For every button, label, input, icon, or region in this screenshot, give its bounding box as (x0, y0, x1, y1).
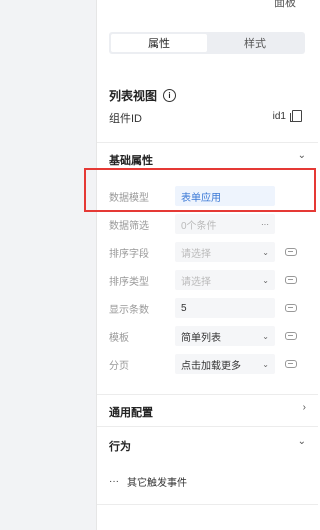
divider (97, 426, 318, 427)
divider (97, 504, 318, 505)
template-select[interactable]: 简单列表 ⌄ (175, 326, 275, 346)
field-label: 模板 (109, 332, 129, 344)
display-count-input[interactable]: 5 (175, 298, 275, 318)
component-id-value: id1 (272, 110, 286, 122)
chevron-down-icon[interactable]: ⌄ (298, 436, 306, 447)
section-basic-title[interactable]: 基础属性 (109, 152, 153, 168)
sort-type-select[interactable]: 请选择 ⌄ (175, 270, 275, 290)
other-trigger-events[interactable]: ··· 其它触发事件 (109, 474, 187, 489)
more-icon: ··· (109, 476, 119, 487)
highlight-box (84, 168, 316, 212)
field-row-pagination: 分页 点击加载更多 ⌄ (109, 354, 309, 374)
component-title-text: 列表视图 (109, 89, 158, 103)
chevron-down-icon: ⌄ (262, 331, 269, 341)
chevron-down-icon: ⌄ (262, 359, 269, 369)
link-icon[interactable] (285, 304, 297, 312)
tab-style[interactable]: 样式 (207, 34, 303, 52)
component-id-label: 组件ID (109, 113, 142, 125)
field-label: 数据筛选 (109, 220, 149, 232)
chevron-down-icon[interactable]: ⌄ (298, 150, 306, 161)
link-icon[interactable] (285, 360, 297, 368)
properties-panel: 面板 属性 样式 列表视图 i 组件ID id1 基础属性 ⌄ 数据模型 表单应… (97, 0, 318, 530)
field-label: 分页 (109, 360, 129, 372)
field-row-data-filter: 数据筛选 0个条件 ··· (109, 214, 309, 234)
section-general-title[interactable]: 通用配置 (109, 404, 153, 420)
panel-top-label: 面板 (274, 0, 296, 9)
pagination-select[interactable]: 点击加载更多 ⌄ (175, 354, 275, 374)
field-row-display-count: 显示条数 5 (109, 298, 309, 318)
tab-properties[interactable]: 属性 (111, 34, 207, 52)
section-behavior-title[interactable]: 行为 (109, 438, 131, 454)
field-label: 显示条数 (109, 304, 149, 316)
field-label: 排序类型 (109, 276, 149, 288)
trigger-label: 其它触发事件 (127, 478, 187, 489)
field-row-sort-type: 排序类型 请选择 ⌄ (109, 270, 309, 290)
info-icon[interactable]: i (163, 89, 177, 102)
divider (97, 394, 318, 395)
left-canvas-area (0, 0, 97, 530)
more-icon[interactable]: ··· (261, 220, 269, 229)
component-title: 列表视图 i (109, 87, 177, 104)
link-icon[interactable] (285, 276, 297, 284)
field-row-template: 模板 简单列表 ⌄ (109, 326, 309, 346)
component-id: id1 (273, 110, 302, 122)
tab-bar: 属性 样式 (109, 32, 305, 54)
field-label: 排序字段 (109, 248, 149, 260)
field-row-sort-field: 排序字段 请选择 ⌄ (109, 242, 309, 262)
chevron-down-icon: ⌄ (262, 275, 269, 285)
divider (97, 142, 318, 143)
chevron-down-icon: ⌄ (262, 247, 269, 257)
data-filter-field[interactable]: 0个条件 ··· (175, 214, 275, 234)
sort-field-select[interactable]: 请选择 ⌄ (175, 242, 275, 262)
link-icon[interactable] (285, 248, 297, 256)
copy-icon[interactable] (290, 110, 302, 122)
chevron-right-icon[interactable]: › (303, 402, 306, 413)
link-icon[interactable] (285, 332, 297, 340)
